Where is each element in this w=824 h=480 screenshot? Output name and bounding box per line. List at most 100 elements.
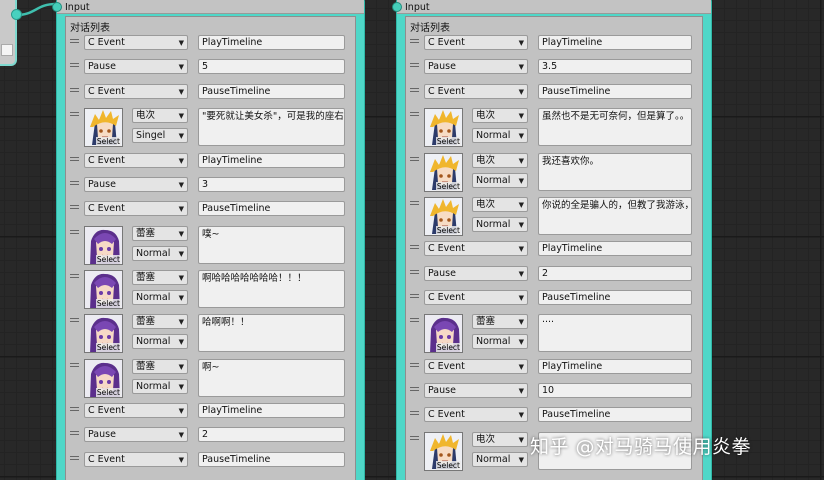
mode-dropdown[interactable]: Normal ▼ [132, 290, 188, 305]
drag-handle-icon[interactable] [410, 362, 419, 367]
portrait-select-label[interactable]: Select [95, 387, 121, 397]
drag-handle-icon[interactable] [410, 435, 419, 440]
dialog-text-input[interactable]: "要死就让美女杀"，可是我的座右铭 [198, 108, 345, 147]
speaker-dropdown[interactable]: 电次 ▼ [472, 196, 528, 212]
value-input[interactable]: PlayTimeline [538, 358, 692, 374]
value-input[interactable]: 2 [198, 427, 345, 443]
event-type-dropdown[interactable]: Pause ▼ [424, 59, 528, 75]
drag-handle-icon[interactable] [410, 200, 419, 205]
drag-handle-icon[interactable] [410, 39, 419, 43]
drag-handle-icon[interactable] [410, 112, 419, 117]
drag-handle-icon[interactable] [70, 318, 79, 323]
value-input[interactable]: PauseTimeline [198, 83, 345, 99]
input-port[interactable] [52, 2, 62, 12]
dialog-text-input[interactable]: 你说的全是骗人的，但教了我游泳， [538, 196, 692, 235]
event-type-dropdown[interactable]: C Event ▼ [424, 35, 528, 50]
character-portrait[interactable]: Select [84, 358, 123, 398]
speaker-dropdown[interactable]: 电次 ▼ [472, 108, 528, 124]
speaker-dropdown[interactable]: 蕾塞 ▼ [472, 314, 528, 330]
portrait-select-label[interactable]: Select [435, 181, 461, 191]
dialog-text-input[interactable]: 啊哈哈哈哈哈哈哈！！！ [198, 270, 345, 308]
output-port-dot[interactable] [11, 9, 22, 20]
mode-dropdown[interactable]: Singel ▼ [132, 128, 188, 144]
dialog-text-input[interactable]: 啊~ [198, 358, 345, 397]
event-type-dropdown[interactable]: C Event ▼ [84, 152, 188, 168]
value-input[interactable]: PlayTimeline [198, 152, 345, 168]
event-type-dropdown[interactable]: C Event ▼ [84, 201, 188, 217]
value-input[interactable]: 3.5 [538, 59, 692, 75]
drag-handle-icon[interactable] [70, 156, 79, 161]
value-input[interactable]: 10 [538, 383, 692, 398]
drag-handle-icon[interactable] [410, 269, 419, 274]
dialog-text-input[interactable]: 哈啊啊！！ [198, 314, 345, 353]
value-input[interactable]: PauseTimeline [198, 451, 345, 467]
drag-handle-icon[interactable] [70, 63, 79, 68]
event-type-dropdown[interactable]: Pause ▼ [84, 176, 188, 192]
value-input[interactable]: 2 [538, 265, 692, 281]
event-type-dropdown[interactable]: C Event ▼ [84, 402, 188, 418]
event-type-dropdown[interactable]: C Event ▼ [84, 451, 188, 467]
drag-handle-icon[interactable] [70, 455, 79, 460]
speaker-dropdown[interactable]: 电次 ▼ [472, 152, 528, 168]
drag-handle-icon[interactable] [410, 245, 419, 250]
drag-handle-icon[interactable] [70, 431, 79, 436]
character-portrait[interactable]: Select [424, 314, 463, 354]
portrait-select-label[interactable]: Select [95, 137, 121, 147]
portrait-select-label[interactable]: Select [95, 299, 121, 308]
event-type-dropdown[interactable]: Pause ▼ [424, 265, 528, 281]
portrait-select-label[interactable]: Select [95, 343, 121, 353]
value-input[interactable]: PlayTimeline [538, 35, 692, 50]
drag-handle-icon[interactable] [410, 87, 419, 92]
character-portrait[interactable]: Select [424, 431, 463, 471]
event-type-dropdown[interactable]: Pause ▼ [424, 383, 528, 398]
mode-dropdown[interactable]: Normal ▼ [132, 378, 188, 394]
mode-dropdown[interactable]: Normal ▼ [472, 451, 528, 467]
character-portrait[interactable]: Select [84, 108, 123, 148]
drag-handle-icon[interactable] [410, 318, 419, 323]
speaker-dropdown[interactable]: 蕾塞 ▼ [132, 225, 188, 241]
drag-handle-icon[interactable] [70, 205, 79, 210]
drag-handle-icon[interactable] [70, 180, 79, 185]
speaker-dropdown[interactable]: 蕾塞 ▼ [132, 270, 188, 285]
drag-handle-icon[interactable] [70, 112, 79, 117]
value-input[interactable]: PauseTimeline [538, 289, 692, 305]
drag-handle-icon[interactable] [70, 87, 79, 92]
portrait-select-label[interactable]: Select [435, 343, 461, 353]
portrait-select-label[interactable]: Select [95, 254, 121, 264]
character-portrait[interactable]: Select [84, 314, 123, 354]
event-type-dropdown[interactable]: C Event ▼ [424, 407, 528, 423]
character-portrait[interactable]: Select [84, 225, 123, 265]
dialog-text-input[interactable]: 虽然也不是无可奈何，但是算了。。 [538, 108, 692, 147]
speaker-dropdown[interactable]: 蕾塞 ▼ [132, 314, 188, 330]
value-input[interactable]: PlayTimeline [198, 402, 345, 418]
speaker-dropdown[interactable]: 电次 ▼ [472, 431, 528, 447]
mode-dropdown[interactable]: Normal ▼ [132, 245, 188, 261]
event-type-dropdown[interactable]: C Event ▼ [424, 289, 528, 305]
character-portrait[interactable]: Select [424, 108, 463, 148]
drag-handle-icon[interactable] [70, 362, 79, 367]
drag-handle-icon[interactable] [70, 274, 79, 278]
event-type-dropdown[interactable]: C Event ▼ [84, 35, 188, 50]
previous-node-port[interactable] [1, 44, 13, 56]
event-type-dropdown[interactable]: Pause ▼ [84, 59, 188, 75]
event-type-dropdown[interactable]: C Event ▼ [424, 358, 528, 374]
drag-handle-icon[interactable] [70, 406, 79, 411]
speaker-dropdown[interactable]: 电次 ▼ [132, 108, 188, 124]
drag-handle-icon[interactable] [70, 229, 79, 234]
value-input[interactable]: 3 [198, 176, 345, 192]
mode-dropdown[interactable]: Normal ▼ [472, 172, 528, 188]
dialog-text-input[interactable]: 噗~ [198, 225, 345, 264]
value-input[interactable]: 5 [198, 59, 345, 75]
value-input[interactable]: PauseTimeline [538, 83, 692, 99]
drag-handle-icon[interactable] [410, 156, 419, 161]
dialog-node-left[interactable]: Input 对话列表 C Event ▼ PlayTimeline Pause ▼ 5 C … [52, 0, 365, 480]
portrait-select-label[interactable]: Select [435, 137, 461, 147]
event-type-dropdown[interactable]: C Event ▼ [84, 83, 188, 99]
drag-handle-icon[interactable] [410, 387, 419, 391]
input-port[interactable] [392, 2, 402, 12]
mode-dropdown[interactable]: Normal ▼ [472, 216, 528, 232]
speaker-dropdown[interactable]: 蕾塞 ▼ [132, 358, 188, 374]
mode-dropdown[interactable]: Normal ▼ [472, 334, 528, 350]
drag-handle-icon[interactable] [410, 63, 419, 68]
mode-dropdown[interactable]: Normal ▼ [472, 128, 528, 144]
